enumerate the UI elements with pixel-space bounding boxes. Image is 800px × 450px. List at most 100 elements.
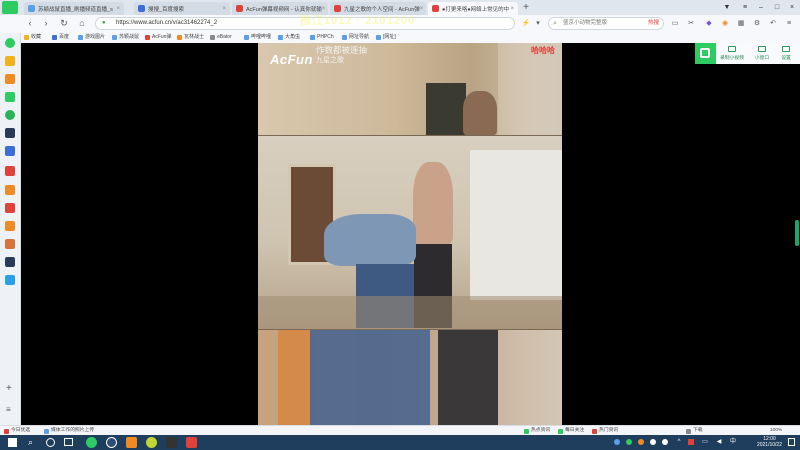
apps-icon[interactable]: ▦ <box>736 18 746 29</box>
bookmark-item[interactable]: eBator <box>210 33 232 42</box>
sidebar-icon-photo[interactable] <box>5 239 15 249</box>
screen-icon[interactable]: ▭ <box>670 18 680 29</box>
maximize-icon[interactable]: □ <box>770 2 784 13</box>
sidebar-icon-shop[interactable] <box>5 166 15 176</box>
tray-icon[interactable] <box>688 439 694 445</box>
forward-icon[interactable]: › <box>40 18 52 29</box>
chevron-up-icon[interactable]: ^ <box>676 439 682 445</box>
sidebar-icon-music[interactable] <box>5 185 15 195</box>
reload-icon[interactable]: ↻ <box>58 18 70 29</box>
record-button[interactable]: 录制小视频 <box>717 46 747 61</box>
dropdown-icon[interactable]: ▾ <box>533 18 543 29</box>
new-tab-button[interactable]: + <box>520 2 532 14</box>
hot-search-badge[interactable]: 热搜 <box>648 18 659 29</box>
scissors-icon[interactable]: ✂ <box>686 18 696 29</box>
bookmark-item[interactable]: 哔哩哔哩 <box>244 33 271 42</box>
close-icon[interactable]: × <box>322 6 326 12</box>
taskbar-app-icon[interactable] <box>186 437 197 448</box>
status-label: 下载 <box>693 428 703 433</box>
floor <box>258 296 562 329</box>
bookmark-item[interactable]: 大角虫 <box>278 33 300 42</box>
bookmark-item[interactable]: AcFun弹 <box>145 33 171 42</box>
sidebar-icon-p[interactable] <box>5 275 15 285</box>
menu-icon[interactable]: ≡ <box>784 18 794 29</box>
close-icon[interactable]: × <box>420 6 424 12</box>
system-clock[interactable]: 12:00 2021/10/22 <box>757 436 782 448</box>
danmaku-text: 推江1012 · 2101200 <box>300 15 416 27</box>
task-view-icon[interactable] <box>64 438 73 446</box>
sidebar-icon-tv[interactable] <box>5 92 15 102</box>
status-item[interactable]: 热门资讯 <box>592 427 618 435</box>
status-item[interactable]: 每日关注 <box>558 427 584 435</box>
input-method-icon[interactable]: 中 <box>730 439 736 445</box>
close-icon[interactable]: × <box>222 6 226 12</box>
taskbar-browser-icon[interactable] <box>86 437 97 448</box>
close-window-icon[interactable]: × <box>785 2 799 13</box>
sidebar-icon-chat[interactable] <box>5 110 15 120</box>
sidebar-icon-note[interactable] <box>5 128 15 138</box>
sidebar-icon-star[interactable] <box>5 56 15 66</box>
search-input[interactable]: ⌕ 盛京小动物完整版 热搜 <box>548 17 664 30</box>
settings-button[interactable]: 设置 <box>771 46 800 61</box>
home-icon[interactable]: ⌂ <box>76 18 88 29</box>
menu-icon[interactable]: ≡ <box>738 2 752 13</box>
browser-logo[interactable] <box>2 1 18 14</box>
close-icon[interactable]: × <box>116 6 120 12</box>
status-item[interactable]: 今日优选 <box>4 427 30 435</box>
sidebar-icon-doc[interactable] <box>5 146 15 156</box>
bookmark-item[interactable]: 瓦林战士 <box>177 33 204 42</box>
windows-start-icon[interactable] <box>8 438 17 447</box>
search-icon[interactable]: ⌕ <box>28 437 33 448</box>
sidebar-icon-movie[interactable] <box>5 221 15 231</box>
notification-icon[interactable] <box>788 438 795 446</box>
video-helper-toggle[interactable] <box>695 43 716 64</box>
menu-icon[interactable]: ≡ <box>6 405 11 414</box>
tab-1[interactable]: 苏颖战鼠直播_刷播频道直播_s × <box>24 2 124 15</box>
cortana-icon[interactable] <box>46 438 55 447</box>
lightning-icon[interactable]: ⚡ <box>521 18 531 29</box>
tray-icon[interactable] <box>650 439 656 445</box>
download-button[interactable]: 下载 <box>686 427 703 435</box>
clock-date: 2021/10/22 <box>756 442 782 448</box>
video-player[interactable] <box>258 43 562 425</box>
status-item[interactable]: 热点资讯 <box>524 427 550 435</box>
shield-icon[interactable]: ▼ <box>720 2 734 13</box>
bookmark-item[interactable]: PHPCh <box>310 33 334 42</box>
taskbar-app-icon[interactable] <box>166 437 177 448</box>
volume-icon[interactable]: ◀ <box>716 439 722 445</box>
network-icon[interactable]: ▭ <box>702 439 708 445</box>
game-icon[interactable]: ◉ <box>720 18 730 29</box>
taskbar-app-icon[interactable] <box>146 437 157 448</box>
bookmark-item[interactable]: 收藏 <box>24 33 41 42</box>
sidebar-icon-game[interactable] <box>5 74 15 84</box>
back-icon[interactable]: ‹ <box>24 18 36 29</box>
bookmark-item[interactable]: [网址] <box>376 33 396 42</box>
tray-icon[interactable] <box>626 439 632 445</box>
tab-2[interactable]: 搜搜_百度搜索 × <box>134 2 230 15</box>
undo-icon[interactable]: ↶ <box>768 18 778 29</box>
bookmark-item[interactable]: 网址导航 <box>342 33 369 42</box>
taskbar-app-icon[interactable] <box>106 437 117 448</box>
minimize-icon[interactable]: – <box>754 2 768 13</box>
bookmark-item[interactable]: 百度 <box>52 33 69 42</box>
status-item[interactable]: 媒体工作的照片上传 <box>44 427 94 435</box>
settings-label: 设置 <box>781 56 791 61</box>
sidebar-icon-mail[interactable] <box>5 257 15 267</box>
tray-icon[interactable] <box>638 439 644 445</box>
bookmark-item[interactable]: 游戏图片 <box>78 33 105 42</box>
tab-5-active[interactable]: ●打更来咯●网络上常见的中 × <box>428 2 518 15</box>
taskbar-app-icon[interactable] <box>126 437 137 448</box>
zoom-level[interactable]: 100% <box>770 427 782 435</box>
tray-icon[interactable] <box>662 439 668 445</box>
add-icon[interactable]: + <box>6 383 12 394</box>
favicon-icon <box>78 35 83 40</box>
settings-icon[interactable]: ⚙ <box>752 18 762 29</box>
extension-icon[interactable]: ◆ <box>704 18 714 29</box>
tray-icon[interactable] <box>614 439 620 445</box>
sidebar-icon-assistant[interactable] <box>5 38 15 48</box>
blur-legs <box>438 330 498 425</box>
close-icon[interactable]: × <box>510 6 514 12</box>
sidebar-icon-video[interactable] <box>5 203 15 213</box>
bookmark-item[interactable]: 苏颖战鼠 <box>112 33 139 42</box>
scroll-indicator[interactable] <box>795 220 799 246</box>
